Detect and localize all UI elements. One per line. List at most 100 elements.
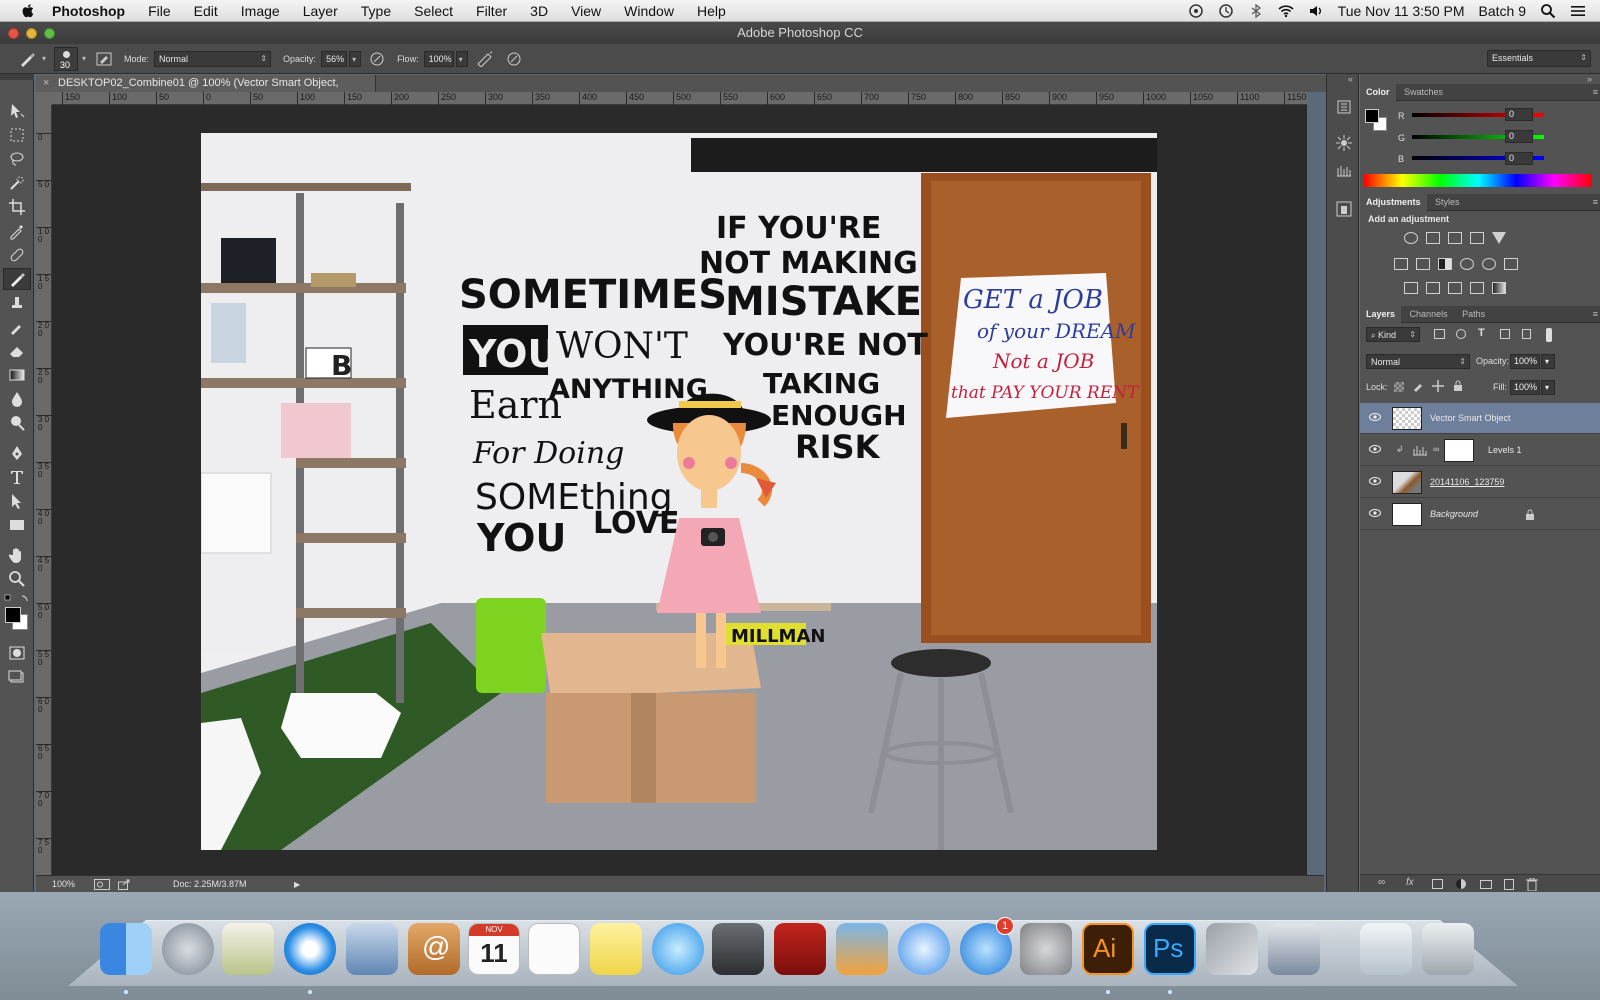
blue-channel-input[interactable]: 0	[1505, 152, 1533, 165]
mask-link-icon[interactable]: ∞	[1433, 444, 1439, 454]
healing-brush-tool-icon[interactable]	[8, 246, 26, 264]
finder-dock-icon[interactable]	[100, 923, 152, 975]
filter-type-layers-icon[interactable]: T	[1478, 327, 1485, 339]
layer-filter-kind-select[interactable]: ⌕ Kind ⇕	[1366, 327, 1420, 342]
close-window-button[interactable]	[8, 28, 19, 39]
layer-name[interactable]: 20141106_123759	[1430, 467, 1504, 498]
history-brush-tool-icon[interactable]	[8, 318, 26, 336]
document-tab[interactable]: × DESKTOP02_Combine01 @ 100% (Vector Sma…	[36, 75, 376, 106]
swap-default-colors-icon[interactable]	[4, 594, 30, 606]
safari-dock-icon[interactable]	[284, 923, 336, 975]
new-adjustment-layer-icon[interactable]	[1456, 879, 1466, 889]
panel-menu-icon[interactable]: ≡	[1593, 306, 1598, 323]
bluetooth-icon[interactable]	[1248, 3, 1264, 19]
utilities-dock-icon[interactable]	[1206, 923, 1258, 975]
time-machine-icon[interactable]	[1218, 3, 1234, 19]
flow-input[interactable]: 100%	[423, 50, 454, 67]
new-group-icon[interactable]	[1480, 880, 1492, 889]
layer-style-fx-icon[interactable]: fx	[1406, 877, 1414, 888]
black-white-icon[interactable]	[1438, 258, 1452, 270]
brightness-contrast-icon[interactable]	[1404, 232, 1418, 244]
menu-type[interactable]: Type	[361, 3, 391, 19]
lock-transparent-pixels-icon[interactable]	[1394, 382, 1404, 392]
zoom-tool-icon[interactable]	[8, 570, 26, 588]
illustrator-dock-icon[interactable]: Ai	[1082, 923, 1134, 975]
pressure-size-icon[interactable]	[506, 51, 522, 67]
channel-mixer-icon[interactable]	[1482, 258, 1496, 270]
menu-filter[interactable]: Filter	[476, 3, 507, 19]
filter-adjustment-layers-icon[interactable]	[1456, 329, 1466, 339]
foreground-color-swatch[interactable]	[5, 607, 21, 623]
preview-dock-icon[interactable]	[222, 923, 274, 975]
contacts-dock-icon[interactable]: @	[408, 923, 460, 975]
trash-dock-icon[interactable]	[1422, 923, 1474, 975]
photo-filter-icon[interactable]	[1460, 258, 1474, 270]
layer-row[interactable]: Background	[1360, 499, 1600, 530]
eyedropper-tool-icon[interactable]	[8, 222, 26, 240]
filter-shape-layers-icon[interactable]	[1500, 329, 1510, 339]
vertical-ruler[interactable]: 0 5 0 1 0 0 1 5 0 2 0 0 2 5 0 3 0 0 3 5 …	[36, 105, 52, 875]
image-capture-dock-icon[interactable]	[1268, 923, 1320, 975]
calendar-dock-icon[interactable]: NOV 11	[468, 923, 520, 975]
system-preferences-dock-icon[interactable]	[1020, 923, 1072, 975]
eraser-tool-icon[interactable]	[8, 342, 26, 360]
layer-name[interactable]: Background	[1430, 499, 1478, 530]
layer-blend-mode-select[interactable]: Normal ⇕	[1366, 354, 1470, 369]
brush-size-picker[interactable]: 30	[54, 46, 79, 71]
share-icon[interactable]	[118, 879, 130, 890]
hand-tool-icon[interactable]	[8, 546, 26, 564]
horizontal-ruler[interactable]: 150 100 50 0 50 100 150 200 250 300 350 …	[52, 92, 1307, 105]
curves-icon[interactable]	[1448, 232, 1462, 244]
layer-row[interactable]: ↲ ∞ Levels 1	[1360, 435, 1600, 466]
collapse-arrows-icon[interactable]: «	[1348, 74, 1353, 84]
clone-stamp-tool-icon[interactable]	[8, 294, 26, 312]
selective-color-icon[interactable]	[1470, 282, 1484, 294]
fill-slider-toggle[interactable]: ▾	[1541, 380, 1555, 395]
flow-slider-toggle[interactable]: ▾	[455, 50, 468, 67]
reminders-dock-icon[interactable]	[528, 923, 580, 975]
blur-tool-icon[interactable]	[8, 390, 26, 408]
canvas-pasteboard[interactable]: B MILLMAN SOMETIMES YOU WON'T Earn ANYTH…	[52, 105, 1307, 875]
menu-layer[interactable]: Layer	[303, 3, 338, 19]
rectangle-tool-icon[interactable]	[8, 516, 26, 534]
messages-dock-icon[interactable]	[652, 923, 704, 975]
mail-dock-icon[interactable]	[346, 923, 398, 975]
brush-panel-toggle-icon[interactable]	[96, 51, 112, 67]
opacity-slider-toggle[interactable]: ▾	[349, 50, 362, 67]
downloads-stack-dock-icon[interactable]	[1360, 923, 1412, 975]
history-panel-icon[interactable]	[1335, 98, 1353, 116]
filter-pixel-layers-icon[interactable]	[1434, 329, 1445, 339]
quick-selection-tool-icon[interactable]	[8, 174, 26, 192]
opacity-input[interactable]: 56%	[321, 50, 348, 67]
red-channel-input[interactable]: 0	[1505, 108, 1533, 121]
menu-image[interactable]: Image	[241, 3, 280, 19]
airbrush-icon[interactable]	[476, 51, 494, 67]
type-tool-icon[interactable]	[8, 468, 26, 486]
expand-arrows-icon[interactable]: »	[1587, 74, 1592, 84]
delete-layer-icon[interactable]	[1526, 878, 1538, 891]
toolbar-grip[interactable]	[0, 74, 34, 80]
itunes-dock-icon[interactable]	[898, 923, 950, 975]
color-spectrum-ramp[interactable]	[1364, 174, 1592, 187]
iphoto-dock-icon[interactable]	[836, 923, 888, 975]
panel-menu-icon[interactable]: ≡	[1593, 194, 1598, 211]
layer-opacity-slider-toggle[interactable]: ▾	[1541, 354, 1555, 369]
workspace-switcher[interactable]: Essentials ⇕	[1487, 50, 1591, 67]
lock-image-pixels-icon[interactable]	[1412, 380, 1424, 392]
color-balance-icon[interactable]	[1416, 258, 1430, 270]
dodge-tool-icon[interactable]	[8, 414, 26, 432]
brush-presets-panel-icon[interactable]	[1335, 164, 1353, 178]
visibility-eye-icon[interactable]	[1369, 413, 1381, 421]
apple-menu-icon[interactable]	[18, 2, 38, 20]
status-menu-arrow-icon[interactable]: ▶	[294, 876, 300, 893]
gradient-map-icon[interactable]	[1492, 282, 1506, 294]
menu-edit[interactable]: Edit	[194, 3, 218, 19]
layer-row[interactable]: 20141106_123759	[1360, 467, 1600, 498]
panel-menu-icon[interactable]: ≡	[1593, 84, 1598, 101]
tab-adjustments[interactable]: Adjustments	[1360, 194, 1427, 211]
tab-swatches[interactable]: Swatches	[1398, 84, 1449, 101]
notification-center-icon[interactable]	[1570, 3, 1586, 19]
volume-icon[interactable]	[1308, 3, 1324, 19]
zoom-window-button[interactable]	[44, 28, 55, 39]
tab-paths[interactable]: Paths	[1456, 306, 1491, 323]
